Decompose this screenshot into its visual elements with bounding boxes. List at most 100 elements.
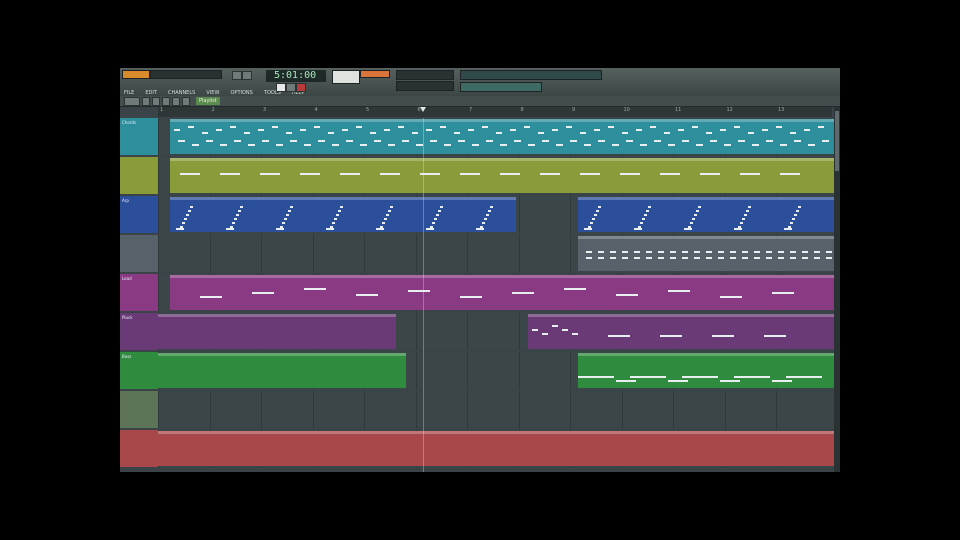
ruler-bar-8: 8 [520,107,524,113]
pattern-clip[interactable] [528,314,834,349]
scrollbar-thumb[interactable] [835,111,839,171]
draw-tool-icon[interactable] [142,97,150,106]
note [460,296,482,298]
track-row: Pluck [120,313,836,351]
pattern-clip[interactable] [578,353,834,388]
pattern-clip[interactable] [158,353,406,388]
track-header[interactable] [120,157,159,194]
pattern-clip[interactable] [158,431,834,466]
note [598,257,604,259]
note [634,257,640,259]
note [412,132,418,134]
note [646,210,649,212]
note [766,140,773,142]
note [730,257,736,259]
note [524,126,530,128]
note [682,140,689,142]
grid-line [570,196,571,233]
playhead-marker-icon[interactable] [420,107,426,112]
note [646,257,652,259]
note [718,257,724,259]
note [718,251,724,253]
mute-tool-icon[interactable] [172,97,180,106]
track-lane[interactable] [158,196,834,233]
record-button[interactable] [296,83,306,92]
track-header[interactable]: Arp [120,196,159,233]
pattern-clip[interactable] [578,197,834,232]
note [720,296,742,298]
play-button[interactable] [276,83,286,92]
track-lane[interactable] [158,118,834,155]
vertical-scrollbar[interactable] [834,107,840,472]
arrow-icon[interactable] [124,97,140,106]
note [384,129,390,131]
hint-bar [150,70,222,79]
track-header[interactable]: Pluck [120,313,159,350]
pattern-clip[interactable] [158,314,396,349]
track-header[interactable] [120,235,159,272]
pattern-clip[interactable] [170,275,834,310]
note [176,228,184,230]
track-header[interactable] [120,430,159,467]
note [706,257,712,259]
ruler-bar-9: 9 [572,107,576,113]
grid-line [518,235,520,272]
track-name: Pluck [122,315,133,320]
stop-button[interactable] [286,83,296,92]
note [476,228,484,230]
track-lane[interactable] [158,430,834,467]
note [482,222,485,224]
note [440,126,446,128]
note [596,210,599,212]
note [336,214,339,216]
note [706,251,712,253]
track-header[interactable]: Chords [120,118,159,155]
track-lane[interactable] [158,274,834,311]
note [584,144,591,146]
shortcut-panel[interactable] [460,70,602,80]
note [598,251,604,253]
pattern-mode-button[interactable] [232,71,242,80]
note [804,129,810,131]
snap-selector[interactable] [396,81,454,91]
track-row: Arp [120,196,836,234]
pattern-clip[interactable] [578,236,834,271]
track-header[interactable] [120,391,159,428]
track-lane[interactable] [158,235,834,272]
note [178,140,185,142]
note [384,218,387,220]
track-lane[interactable] [158,352,834,389]
note [238,210,241,212]
pattern-selector[interactable] [396,70,454,80]
note [670,257,676,259]
pattern-clip[interactable] [170,197,516,232]
note [740,222,743,224]
slice-tool-icon[interactable] [182,97,190,106]
paint-tool-icon[interactable] [152,97,160,106]
note [304,288,326,290]
note [818,126,824,128]
note [640,144,647,146]
note [694,251,700,253]
track-lane[interactable] [158,313,834,350]
pattern-clip[interactable] [170,119,834,154]
song-mode-button[interactable] [242,71,252,80]
track-lane[interactable] [158,157,834,194]
note [754,257,760,259]
delete-tool-icon[interactable] [162,97,170,106]
note [776,126,782,128]
track-lane[interactable] [158,391,834,428]
ruler-bar-11: 11 [675,107,682,113]
note [694,214,697,216]
note [738,140,745,142]
browser-bar[interactable] [460,82,542,92]
timeline-ruler[interactable]: 1 2 3 4 5 6 7 8 9 10 11 12 13 [158,107,832,117]
note [772,380,792,382]
track-header[interactable]: Lead [120,274,159,311]
track-header[interactable]: Bass [120,352,159,389]
ruler-bar-7: 7 [469,107,473,113]
note [826,257,832,259]
note [542,333,548,335]
note [496,132,502,134]
pattern-clip[interactable] [170,158,834,193]
